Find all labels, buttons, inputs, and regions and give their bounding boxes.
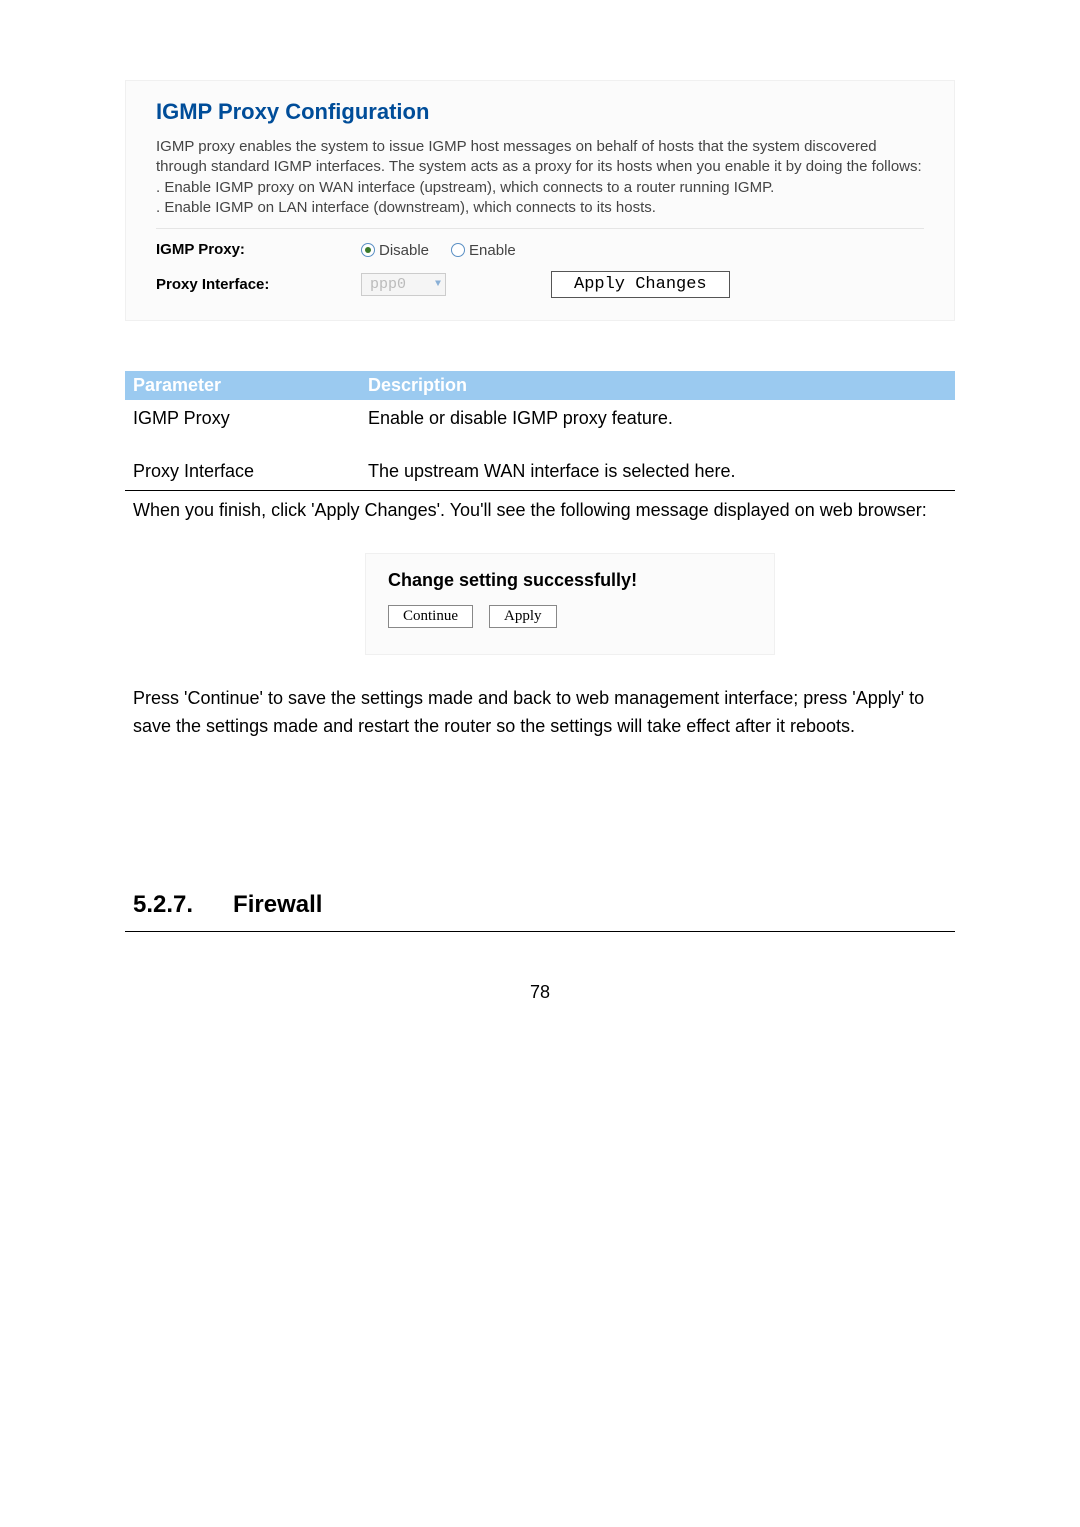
header-description: Description: [368, 375, 467, 396]
igmp-proxy-enable-radio[interactable]: Enable: [451, 242, 516, 259]
param-name: IGMP Proxy: [133, 408, 368, 429]
igmp-config-panel: IGMP Proxy Configuration IGMP proxy enab…: [125, 80, 955, 321]
section-title: Firewall: [233, 891, 322, 919]
proxy-interface-select[interactable]: ppp0 ▼: [361, 273, 446, 296]
table-row: IGMP Proxy Enable or disable IGMP proxy …: [125, 400, 955, 453]
header-parameter: Parameter: [133, 375, 368, 396]
parameter-table-header: Parameter Description: [125, 371, 955, 400]
param-desc: Enable or disable IGMP proxy feature.: [368, 408, 673, 429]
apply-button[interactable]: Apply: [489, 605, 557, 628]
page-number: 78: [125, 982, 955, 1003]
config-description: IGMP proxy enables the system to issue I…: [156, 137, 924, 229]
success-title: Change setting successfully!: [388, 570, 752, 591]
igmp-proxy-disable-radio[interactable]: Disable: [361, 242, 429, 259]
section-heading-firewall: 5.2.7. Firewall: [125, 891, 955, 932]
parameter-table: Parameter Description IGMP Proxy Enable …: [125, 371, 955, 491]
body-text-apply-changes: When you finish, click 'Apply Changes'. …: [133, 497, 947, 525]
table-row: Proxy Interface The upstream WAN interfa…: [125, 453, 955, 491]
param-desc: The upstream WAN interface is selected h…: [368, 461, 736, 482]
proxy-interface-label: Proxy Interface:: [156, 276, 269, 293]
success-panel: Change setting successfully! Continue Ap…: [365, 553, 775, 655]
body-text-continue-apply: Press 'Continue' to save the settings ma…: [133, 685, 947, 741]
radio-unselected-icon: [451, 243, 465, 257]
proxy-interface-value: ppp0: [370, 276, 406, 293]
radio-selected-icon: [361, 243, 375, 257]
apply-changes-button[interactable]: Apply Changes: [551, 271, 730, 298]
chevron-down-icon: ▼: [435, 279, 441, 290]
proxy-interface-row: Proxy Interface: ppp0 ▼ Apply Changes: [156, 259, 924, 298]
config-title: IGMP Proxy Configuration: [156, 99, 924, 125]
continue-button[interactable]: Continue: [388, 605, 473, 628]
disable-radio-label: Disable: [379, 242, 429, 259]
enable-radio-label: Enable: [469, 242, 516, 259]
param-name: Proxy Interface: [133, 461, 368, 482]
igmp-proxy-row: IGMP Proxy: Disable Enable: [156, 229, 924, 259]
section-number: 5.2.7.: [133, 891, 193, 919]
igmp-proxy-label: IGMP Proxy:: [156, 241, 245, 258]
